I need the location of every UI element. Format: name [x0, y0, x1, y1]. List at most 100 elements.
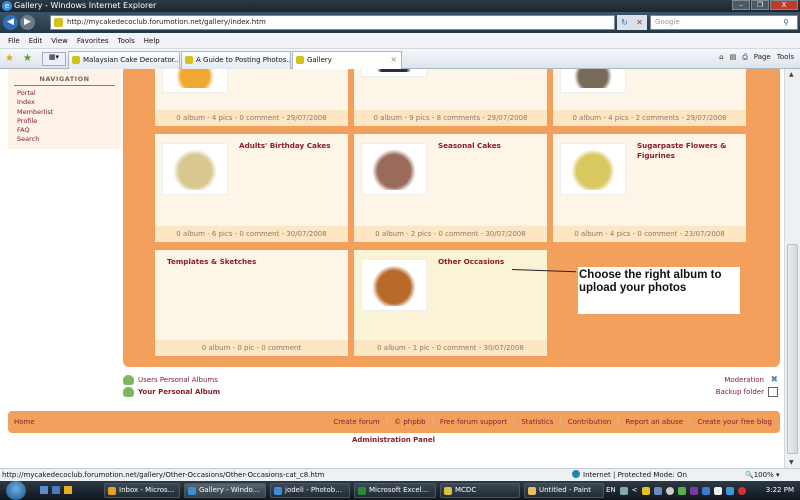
album-card[interactable]: 0 album - 9 pics - 8 comments - 29/07/20… [354, 69, 547, 126]
clock[interactable]: 3:22 PM [766, 483, 794, 498]
menu-favorites[interactable]: Favorites [77, 33, 109, 48]
album-thumbnail[interactable] [162, 69, 228, 93]
taskbar-gallery[interactable]: Gallery - Windo... [184, 483, 266, 498]
taskbar-photobucket[interactable]: jodeli - Photob... [270, 483, 350, 498]
tray-network-icon[interactable] [701, 486, 710, 495]
nav-faq[interactable]: FAQ [17, 126, 121, 135]
album-card[interactable]: Other Occasions 0 album - 1 pic - 0 comm… [354, 250, 547, 356]
album-stats: 0 album - 1 pic - 0 comment - 30/07/2008 [354, 340, 547, 356]
tray-app-icon[interactable] [725, 486, 734, 495]
tray-power-icon[interactable] [713, 486, 722, 495]
stop-icon[interactable]: ✕ [636, 18, 643, 27]
tab-label: A Guide to Posting Photos... [196, 56, 291, 64]
footer-home-link[interactable]: Home [14, 411, 35, 433]
album-card[interactable]: Templates & Sketches 0 album - 0 pic - 0… [155, 250, 348, 356]
refresh-icon[interactable]: ↻ [621, 18, 628, 27]
album-card[interactable]: 0 album - 4 pics - 2 comments - 29/07/20… [553, 69, 746, 126]
menu-file[interactable]: File [8, 33, 20, 48]
close-button[interactable]: X [770, 0, 798, 10]
tab-close-icon[interactable]: × [390, 52, 397, 68]
tray-volume-icon[interactable] [737, 486, 746, 495]
keyboard-icon[interactable] [619, 486, 628, 495]
nav-index[interactable]: Index [17, 98, 121, 107]
moderation-link[interactable]: Moderation ✖ [716, 374, 778, 386]
tray-app-icon[interactable] [653, 486, 662, 495]
album-thumbnail[interactable] [560, 69, 626, 93]
tools-menu[interactable]: Tools [777, 53, 794, 62]
album-title[interactable]: Adults' Birthday Cakes [239, 141, 342, 151]
nav-memberlist[interactable]: Memberlist [17, 108, 121, 117]
album-card[interactable]: Adults' Birthday Cakes 0 album - 6 pics … [155, 134, 348, 242]
media-player-icon[interactable] [64, 486, 72, 494]
tray-app-icon[interactable] [665, 486, 674, 495]
album-card[interactable]: Sugarpaste Flowers & Figurines 0 album -… [553, 134, 746, 242]
feeds-icon[interactable]: ▤ [730, 53, 737, 62]
start-button[interactable] [6, 481, 26, 500]
address-input[interactable]: http://mycakedecoclub.forumotion.net/gal… [50, 15, 615, 30]
zoom-level[interactable]: 🔍100% ▾ [745, 469, 779, 481]
taskbar-paint[interactable]: Untitled - Paint [524, 483, 604, 498]
album-thumbnail[interactable] [361, 143, 427, 195]
footer-statistics[interactable]: Statistics [521, 411, 553, 433]
add-favorite-icon[interactable]: ★ [23, 53, 32, 64]
restore-button[interactable]: ❐ [751, 0, 769, 10]
switch-windows-icon[interactable] [52, 486, 60, 494]
album-title[interactable]: Other Occasions [438, 257, 541, 267]
security-zone[interactable]: Internet | Protected Mode: On [572, 469, 687, 481]
page-menu[interactable]: Page [754, 53, 771, 62]
footer-support[interactable]: Free forum support [440, 411, 507, 433]
favorites-star-icon[interactable]: ★ [5, 53, 14, 64]
quick-tabs-button[interactable]: ▦▾ [42, 52, 66, 66]
nav-portal[interactable]: Portal [17, 89, 121, 98]
scroll-down-icon[interactable]: ▼ [789, 459, 794, 466]
footer-create-blog[interactable]: Create your free blog [697, 411, 772, 433]
menu-tools[interactable]: Tools [118, 33, 135, 48]
menu-view[interactable]: View [51, 33, 68, 48]
footer-contribution[interactable]: Contribution [568, 411, 611, 433]
show-desktop-icon[interactable] [40, 486, 48, 494]
home-icon[interactable]: ⌂ [719, 53, 723, 62]
tray-app-icon[interactable] [689, 486, 698, 495]
print-icon[interactable]: ⎙ [742, 53, 748, 62]
backup-folder-link[interactable]: Backup folder [716, 386, 778, 398]
zoom-value: 100% [753, 471, 774, 479]
your-personal-album-link[interactable]: Your Personal Album [123, 386, 220, 398]
album-thumbnail[interactable] [361, 259, 427, 311]
album-title[interactable]: Seasonal Cakes [438, 141, 541, 151]
album-card[interactable]: 0 album - 4 pics - 0 comment - 29/07/200… [155, 69, 348, 126]
album-title[interactable]: Templates & Sketches [167, 257, 342, 267]
album-title[interactable]: Sugarpaste Flowers & Figurines [637, 141, 740, 161]
footer-create-forum[interactable]: Create forum [333, 411, 379, 433]
tab-malaysian-cake[interactable]: Malaysian Cake Decorator... [68, 51, 180, 69]
language-indicator[interactable]: EN [606, 483, 616, 498]
taskbar-excel[interactable]: Microsoft Excel... [354, 483, 436, 498]
menu-help[interactable]: Help [144, 33, 160, 48]
tab-gallery[interactable]: Gallery × [292, 51, 402, 69]
album-thumbnail[interactable] [162, 143, 228, 195]
footer-bar: Home Create forum | © phpbb | Free forum s… [8, 411, 780, 433]
tab-guide-posting[interactable]: A Guide to Posting Photos... [181, 51, 291, 69]
album-thumbnail[interactable] [560, 143, 626, 195]
search-icon[interactable]: ⚲ [783, 16, 789, 29]
taskbar-inbox[interactable]: Inbox - Micros... [104, 483, 180, 498]
vertical-scrollbar[interactable]: ▲ ▼ [784, 69, 800, 468]
footer-phpbb[interactable]: © phpbb [394, 411, 425, 433]
nav-search[interactable]: Search [17, 135, 121, 144]
search-input[interactable]: Google ⚲ [650, 15, 798, 30]
tray-app-icon[interactable] [641, 486, 650, 495]
scroll-up-icon[interactable]: ▲ [789, 71, 794, 78]
users-personal-albums-link[interactable]: Users Personal Albums [123, 374, 220, 386]
nav-profile[interactable]: Profile [17, 117, 121, 126]
scrollbar-thumb[interactable] [787, 244, 798, 454]
back-button[interactable]: ◀ [3, 15, 18, 30]
taskbar-mcdc[interactable]: MCDC [440, 483, 520, 498]
forward-button[interactable]: ▶ [20, 15, 35, 30]
menu-edit[interactable]: Edit [29, 33, 43, 48]
footer-report-abuse[interactable]: Report an abuse [626, 411, 684, 433]
album-thumbnail[interactable] [361, 69, 427, 77]
administration-panel-link[interactable]: Administration Panel [352, 436, 435, 444]
minimize-button[interactable]: – [732, 0, 750, 10]
tray-expand-icon[interactable]: < [632, 483, 638, 498]
album-card[interactable]: Seasonal Cakes 0 album - 2 pics - 0 comm… [354, 134, 547, 242]
tray-messenger-icon[interactable] [677, 486, 686, 495]
